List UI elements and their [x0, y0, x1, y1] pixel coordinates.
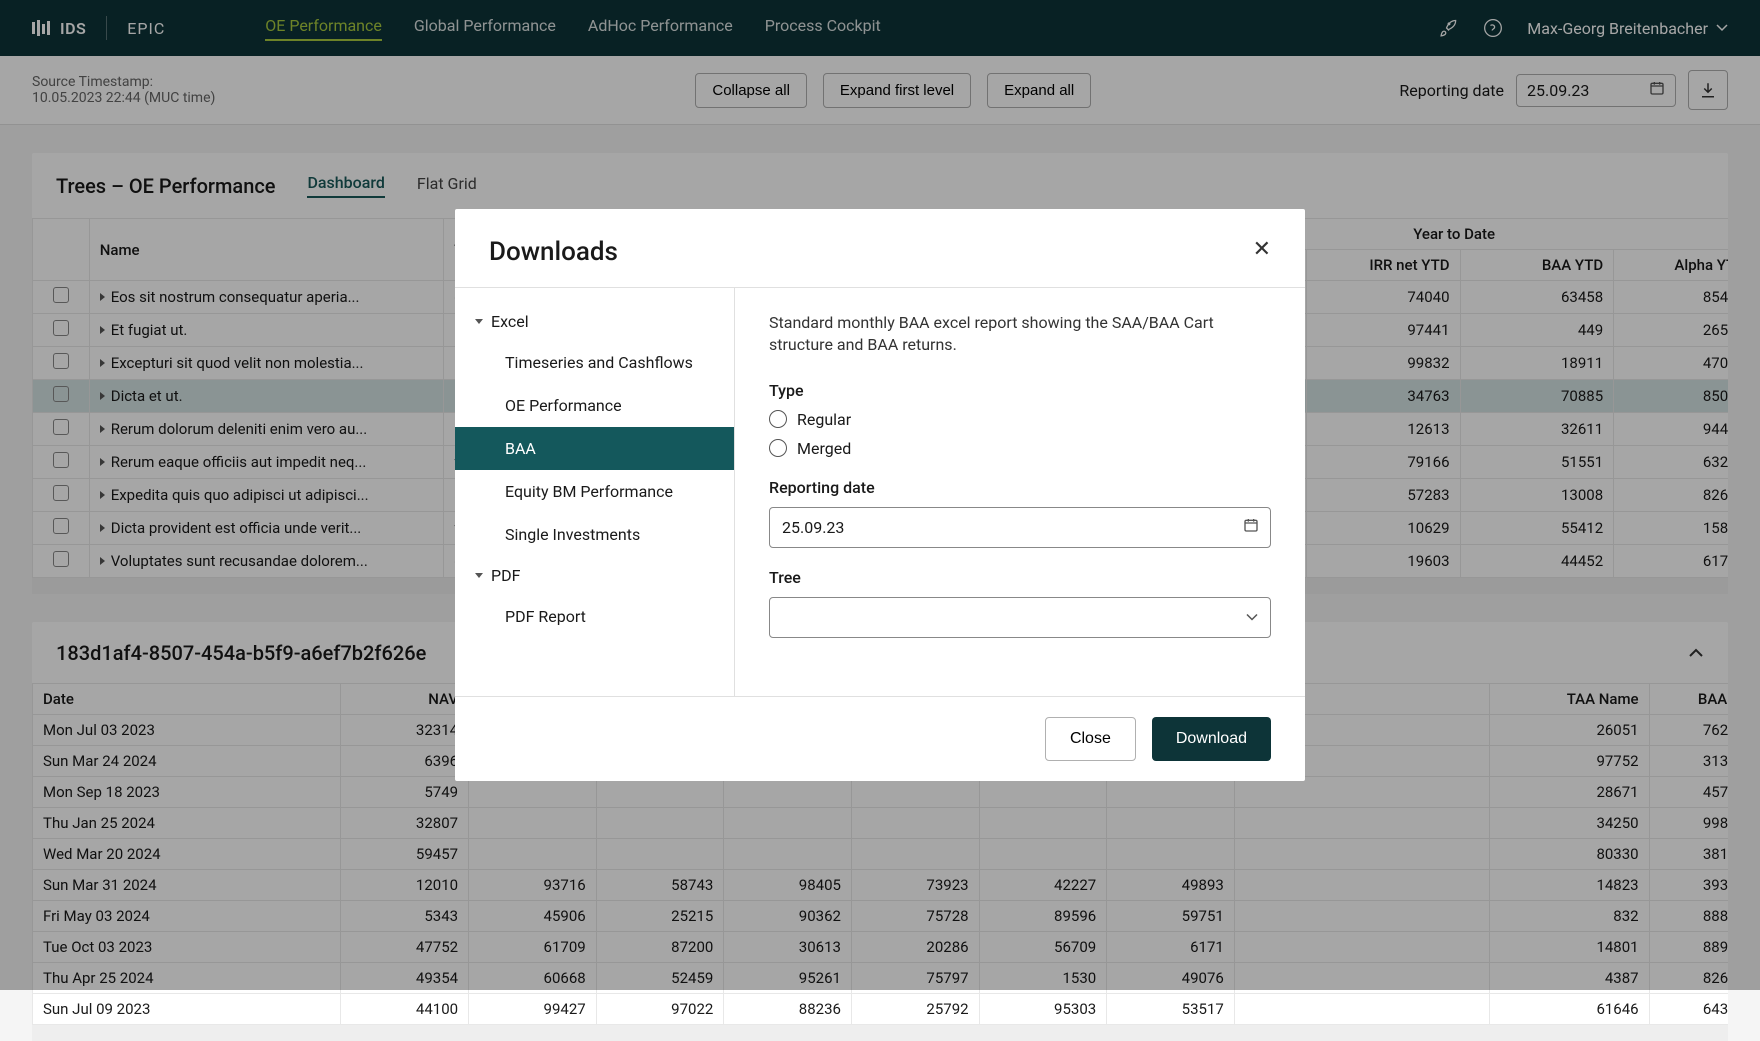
cell-date: Sun Jul 09 2023: [33, 994, 341, 1025]
tree-select[interactable]: [769, 597, 1271, 638]
cell-nav: 44100: [341, 994, 469, 1025]
field-tree: Tree: [769, 568, 1271, 638]
cell-v1: 99427: [469, 994, 597, 1025]
table-row[interactable]: Sun Jul 09 2023 44100 99427 97022 88236 …: [33, 994, 1729, 1025]
modal-body: Excel Timeseries and Cashflows OE Perfor…: [455, 287, 1305, 697]
group-pdf[interactable]: PDF: [455, 556, 734, 595]
cell-baa: 64375: [1649, 994, 1728, 1025]
close-icon[interactable]: ✕: [1253, 237, 1271, 267]
cell-v3: 88236: [724, 994, 852, 1025]
calendar-icon: [1243, 517, 1259, 537]
modal-overlay[interactable]: Downloads ✕ Excel Timeseries and Cashflo…: [0, 0, 1760, 990]
radio-icon: [769, 410, 787, 428]
modal-sidebar: Excel Timeseries and Cashflows OE Perfor…: [455, 288, 735, 696]
tree-label: Tree: [769, 568, 1271, 587]
reporting-date-label: Reporting date: [769, 478, 1271, 497]
item-equity-bm[interactable]: Equity BM Performance: [455, 470, 734, 513]
cell-v2: 97022: [596, 994, 724, 1025]
cell-v5: 95303: [979, 994, 1107, 1025]
modal-date-value: 25.09.23: [769, 507, 1271, 548]
group-pdf-label: PDF: [491, 566, 520, 585]
chevron-down-icon: [475, 573, 483, 578]
cell-v6: 53517: [1107, 994, 1235, 1025]
radio-merged[interactable]: Merged: [769, 439, 1271, 458]
type-label: Type: [769, 381, 1271, 400]
item-pdf-report[interactable]: PDF Report: [455, 595, 734, 638]
cell-v4: 25792: [851, 994, 979, 1025]
item-oe-performance[interactable]: OE Performance: [455, 384, 734, 427]
cell-taa: 61646: [1490, 994, 1650, 1025]
radio-merged-label: Merged: [797, 439, 851, 458]
close-button[interactable]: Close: [1045, 717, 1136, 761]
modal-header: Downloads ✕: [455, 209, 1305, 287]
field-reporting-date: Reporting date 25.09.23: [769, 478, 1271, 548]
modal-footer: Close Download: [455, 697, 1305, 781]
item-single-inv[interactable]: Single Investments: [455, 513, 734, 556]
downloads-modal: Downloads ✕ Excel Timeseries and Cashflo…: [455, 209, 1305, 781]
modal-title: Downloads: [489, 237, 618, 267]
group-excel-label: Excel: [491, 312, 529, 331]
group-excel[interactable]: Excel: [455, 302, 734, 341]
chevron-down-icon: [1245, 608, 1259, 627]
item-baa[interactable]: BAA: [455, 427, 734, 470]
h-scrollbar-2[interactable]: [32, 1025, 1728, 1041]
radio-regular-label: Regular: [797, 410, 851, 429]
modal-main: Standard monthly BAA excel report showin…: [735, 288, 1305, 696]
item-timeseries[interactable]: Timeseries and Cashflows: [455, 341, 734, 384]
radio-regular[interactable]: Regular: [769, 410, 1271, 429]
chevron-down-icon: [475, 319, 483, 324]
cell-v7: [1234, 994, 1489, 1025]
radio-icon: [769, 439, 787, 457]
tree-select-value: [769, 597, 1271, 638]
download-button[interactable]: Download: [1152, 717, 1271, 761]
modal-description: Standard monthly BAA excel report showin…: [769, 312, 1271, 357]
modal-date-input[interactable]: 25.09.23: [769, 507, 1271, 548]
